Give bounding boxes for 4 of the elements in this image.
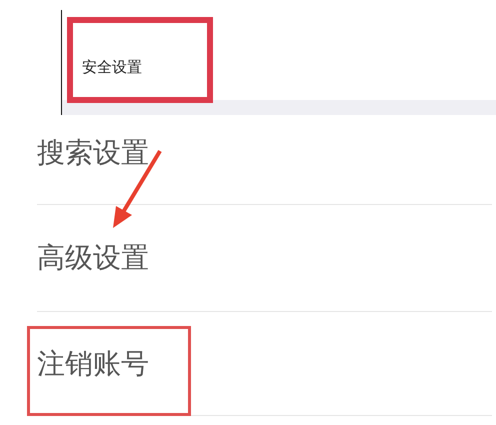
settings-item[interactable]: 注销账号 — [37, 346, 149, 382]
settings-item[interactable]: 安全设置 — [82, 57, 142, 77]
settings-item[interactable]: 高级设置 — [37, 240, 149, 276]
settings-item[interactable]: 搜索设置 — [37, 135, 149, 171]
